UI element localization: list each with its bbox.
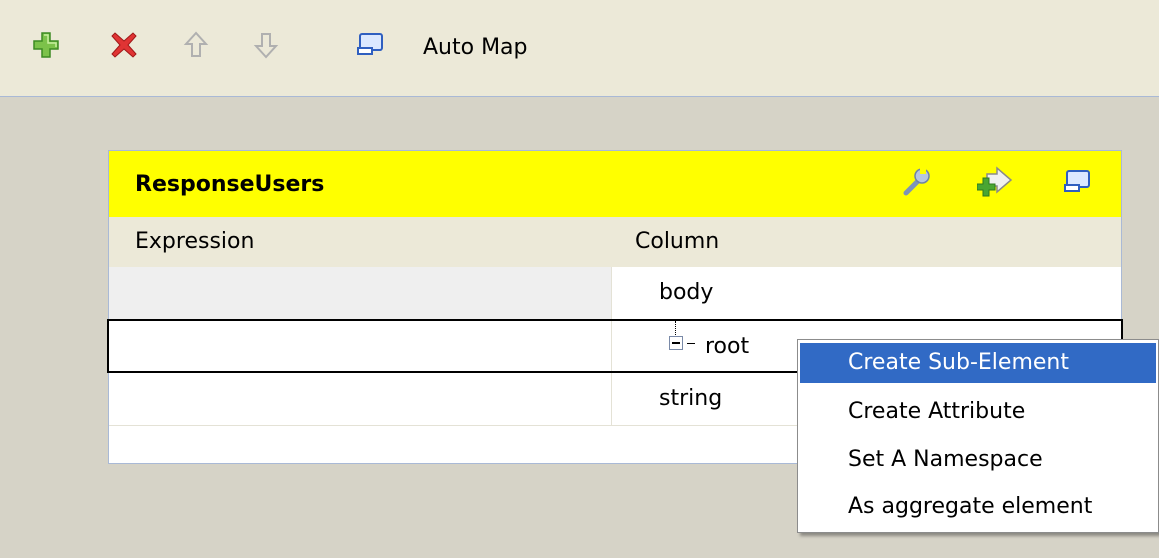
expression-cell[interactable] <box>109 373 612 425</box>
table-title: ResponseUsers <box>135 172 325 197</box>
menu-item-as-aggregate-element[interactable]: As aggregate element <box>800 487 1156 527</box>
move-down-button[interactable] <box>248 30 284 66</box>
expression-cell[interactable] <box>109 321 612 371</box>
arrow-up-icon <box>183 30 209 66</box>
editor-canvas: Auto Map ResponseUsers Expression Column… <box>0 0 1159 558</box>
column-cell[interactable]: string <box>659 385 722 413</box>
remove-button[interactable] <box>106 30 142 66</box>
panel-header: ResponseUsers <box>109 151 1121 217</box>
auto-map-label[interactable]: Auto Map <box>423 34 528 62</box>
red-x-icon <box>109 30 139 66</box>
monitor-icon <box>1061 167 1093 203</box>
expression-cell[interactable] <box>109 267 612 319</box>
auto-map-button[interactable] <box>352 30 388 66</box>
tree-connector <box>675 321 677 335</box>
add-column-button[interactable] <box>976 164 1013 206</box>
context-menu: Create Sub-Element Create Attribute Set … <box>797 339 1159 533</box>
menu-item-create-sub-element[interactable]: Create Sub-Element <box>800 343 1156 383</box>
monitor-icon <box>354 30 386 66</box>
arrow-down-icon <box>253 30 279 66</box>
tree-connector <box>687 343 695 344</box>
menu-item-set-namespace[interactable]: Set A Namespace <box>800 440 1156 480</box>
plus-icon <box>31 30 61 66</box>
column-cell[interactable]: root <box>705 333 749 361</box>
add-row-arrow-icon <box>976 164 1013 206</box>
column-headers: Expression Column <box>109 217 1121 267</box>
wrench-icon <box>900 165 934 205</box>
table-row[interactable]: body <box>109 267 1121 319</box>
column-header[interactable]: Column <box>635 229 719 255</box>
settings-button[interactable] <box>899 167 935 203</box>
column-cell[interactable]: body <box>659 279 713 307</box>
expression-header[interactable]: Expression <box>135 229 254 255</box>
add-button[interactable] <box>28 30 64 66</box>
menu-item-create-attribute[interactable]: Create Attribute <box>800 392 1156 432</box>
collapse-toggle-icon[interactable] <box>669 336 683 350</box>
move-up-button[interactable] <box>178 30 214 66</box>
auto-map-table-button[interactable] <box>1059 167 1095 203</box>
toolbar: Auto Map <box>0 0 1159 97</box>
